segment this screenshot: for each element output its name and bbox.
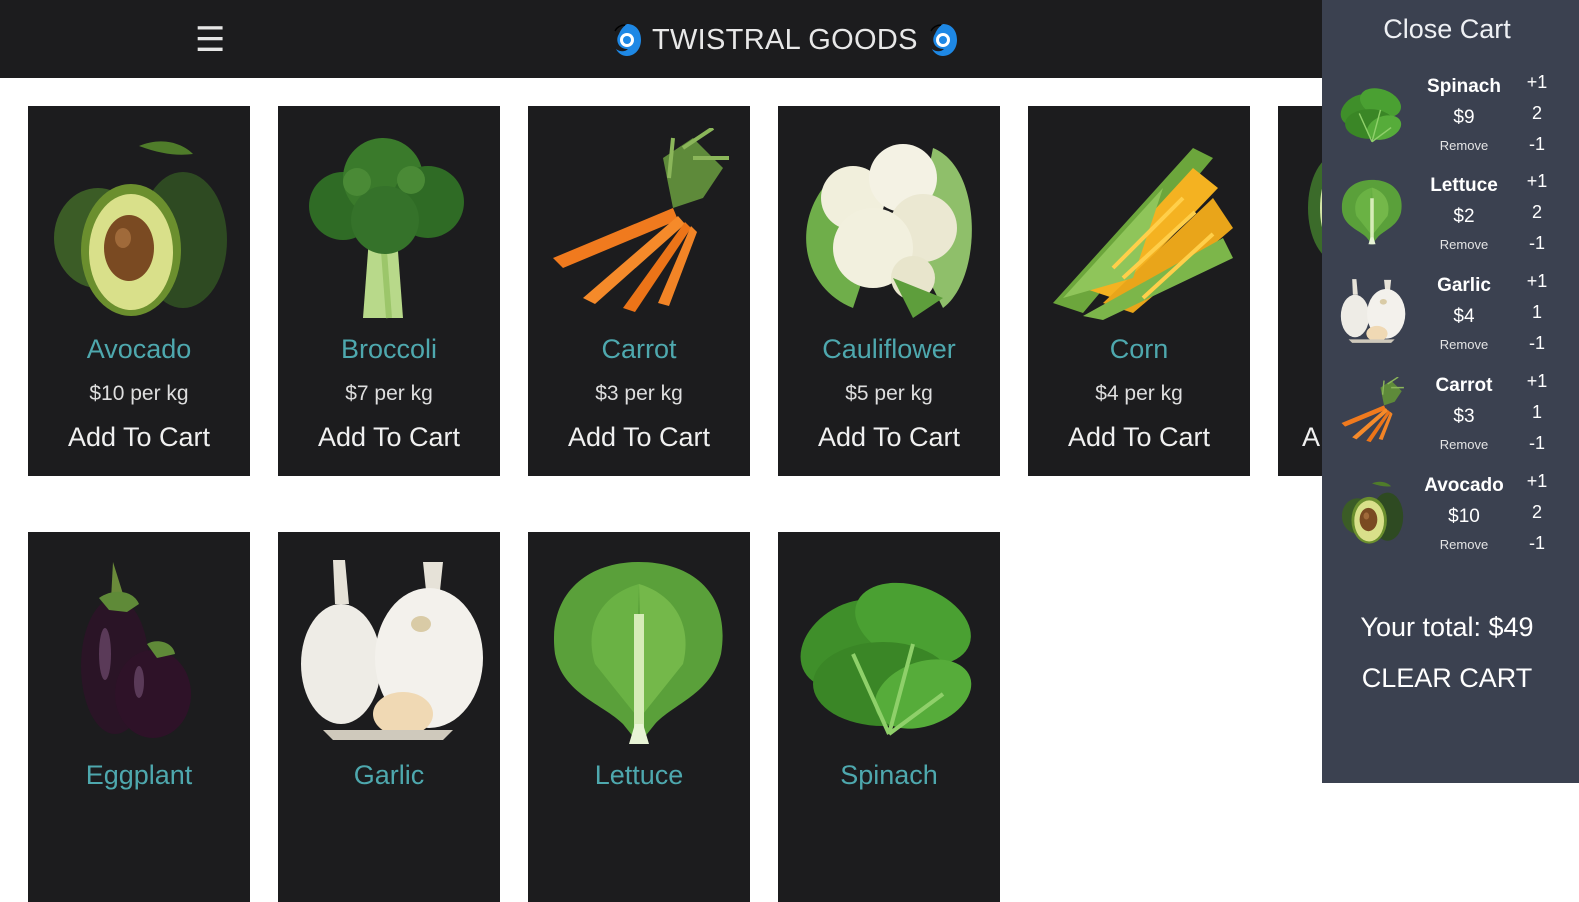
cart-item-name: Spinach <box>1427 76 1501 97</box>
cart-item-price: $10 <box>1448 506 1480 527</box>
product-card-carrot: Carrot $3 per kg Add To Cart <box>528 106 750 476</box>
cart-item: Spinach $9 Remove +1 2 -1 <box>1322 72 1579 168</box>
cart-total: Your total: $49 <box>1360 612 1534 642</box>
product-card-broccoli: Broccoli $7 per kg Add To Cart <box>278 106 500 476</box>
cart-item-quantity: 2 <box>1531 202 1542 222</box>
increment-button[interactable]: +1 <box>1522 471 1552 492</box>
increment-button[interactable]: +1 <box>1522 171 1552 192</box>
product-name: Lettuce <box>594 760 684 790</box>
product-name: Corn <box>1109 334 1169 364</box>
product-name: Carrot <box>601 334 677 364</box>
avocado-icon <box>43 128 235 320</box>
lettuce-icon <box>543 554 735 746</box>
carrot-icon <box>543 128 735 320</box>
cauliflower-icon <box>793 128 985 320</box>
cart-item: Garlic $4 Remove +1 1 -1 <box>1322 271 1579 367</box>
add-to-cart-button[interactable]: Add To Cart <box>778 422 1000 453</box>
product-card-spinach: Spinach <box>778 532 1000 902</box>
decrement-button[interactable]: -1 <box>1522 433 1552 454</box>
product-card-partial: A <box>1278 106 1322 476</box>
site-title: TWISTRAL GOODS <box>652 23 918 56</box>
product-name: Garlic <box>353 760 425 790</box>
add-to-cart-button[interactable]: Add To Cart <box>278 422 500 453</box>
product-name: Cauliflower <box>822 334 956 364</box>
cart-item-quantity: 1 <box>1531 402 1542 422</box>
decrement-button[interactable]: -1 <box>1522 134 1552 155</box>
remove-button[interactable]: Remove <box>1414 237 1514 252</box>
product-price: $10 per kg <box>89 382 189 405</box>
remove-button[interactable]: Remove <box>1414 337 1514 352</box>
avocado-icon <box>1338 477 1406 545</box>
corn-icon <box>1043 128 1235 320</box>
product-price: $7 per kg <box>345 382 433 405</box>
cart-item: Carrot $3 Remove +1 1 -1 <box>1322 371 1579 467</box>
cart-item-quantity: 1 <box>1531 302 1542 322</box>
garlic-icon <box>1338 277 1406 345</box>
product-card-lettuce: Lettuce <box>528 532 750 902</box>
add-to-cart-button[interactable]: Add To Cart <box>1028 422 1250 453</box>
decrement-button[interactable]: -1 <box>1522 533 1552 554</box>
product-card-garlic: Garlic <box>278 532 500 902</box>
cart-item: Avocado $10 Remove +1 2 -1 <box>1322 471 1579 567</box>
cart-item-price: $4 <box>1453 306 1475 327</box>
spinach-icon <box>1338 78 1406 146</box>
remove-button[interactable]: Remove <box>1414 537 1514 552</box>
carrot-icon <box>1338 377 1406 445</box>
lettuce-icon <box>1338 177 1406 245</box>
increment-button[interactable]: +1 <box>1522 271 1552 292</box>
add-to-cart-button[interactable]: A <box>1302 422 1322 453</box>
clear-cart-button[interactable]: CLEAR CART <box>1322 663 1572 694</box>
add-to-cart-button[interactable]: Add To Cart <box>28 422 250 453</box>
cart-item-name: Garlic <box>1437 275 1491 296</box>
spinach-icon <box>793 554 985 746</box>
product-name: Avocado <box>86 334 192 364</box>
product-price: $5 per kg <box>845 382 933 405</box>
add-to-cart-button[interactable]: Add To Cart <box>528 422 750 453</box>
product-price: $4 per kg <box>1095 382 1183 405</box>
cart-item-price: $9 <box>1453 107 1475 128</box>
brand: TWISTRAL GOODS <box>612 20 958 60</box>
product-price: $3 per kg <box>595 382 683 405</box>
product-card-corn: Corn $4 per kg Add To Cart <box>1028 106 1250 476</box>
remove-button[interactable]: Remove <box>1414 437 1514 452</box>
close-cart-button[interactable]: Close Cart <box>1322 14 1572 45</box>
cart-panel: Close Cart Spinach $9 Remove +1 2 -1 Let… <box>1322 0 1579 783</box>
broccoli-icon <box>293 128 485 320</box>
product-card-avocado: Avocado $10 per kg Add To Cart <box>28 106 250 476</box>
cucumber-icon <box>1298 128 1322 320</box>
cart-item-price: $2 <box>1453 206 1475 227</box>
product-name: Spinach <box>840 760 938 790</box>
product-card-cauliflower: Cauliflower $5 per kg Add To Cart <box>778 106 1000 476</box>
hamburger-icon[interactable]: ☰ <box>195 20 225 60</box>
eggplant-icon <box>43 554 235 746</box>
decrement-button[interactable]: -1 <box>1522 233 1552 254</box>
cart-item-name: Lettuce <box>1430 175 1498 196</box>
swirl-icon <box>928 22 958 58</box>
product-name: Broccoli <box>340 334 438 364</box>
swirl-icon <box>612 22 642 58</box>
increment-button[interactable]: +1 <box>1522 371 1552 392</box>
cart-item-quantity: 2 <box>1531 502 1542 522</box>
cart-item-price: $3 <box>1453 406 1475 427</box>
product-card-eggplant: Eggplant <box>28 532 250 902</box>
garlic-icon <box>293 554 485 746</box>
cart-item-name: Avocado <box>1424 475 1504 496</box>
decrement-button[interactable]: -1 <box>1522 333 1552 354</box>
increment-button[interactable]: +1 <box>1522 72 1552 93</box>
cart-item-name: Carrot <box>1435 375 1493 396</box>
remove-button[interactable]: Remove <box>1414 138 1514 153</box>
cart-item-quantity: 2 <box>1531 103 1542 123</box>
cart-item: Lettuce $2 Remove +1 2 -1 <box>1322 171 1579 267</box>
product-name: Eggplant <box>85 760 193 790</box>
